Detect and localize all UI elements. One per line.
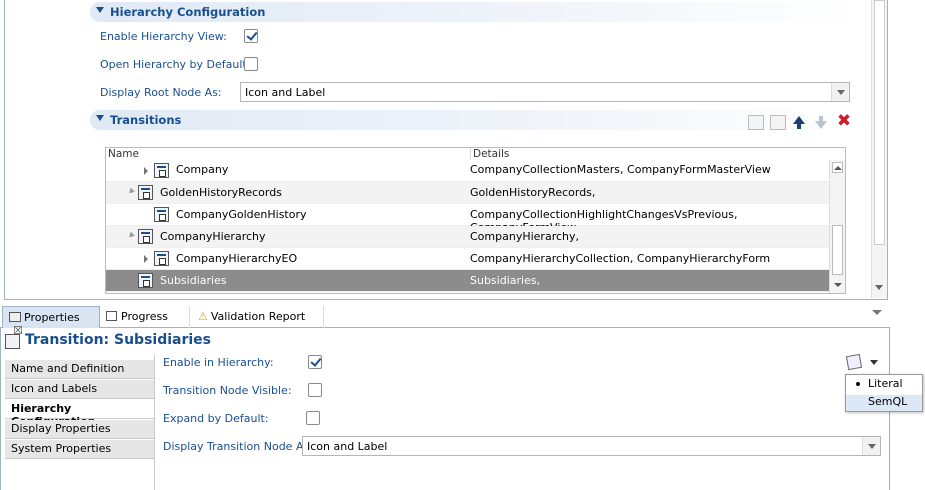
table-scrollbar-thumb[interactable] (832, 225, 843, 275)
expand-arrow-icon[interactable] (144, 255, 148, 263)
form-view-icon (154, 251, 169, 266)
properties-icon (9, 312, 21, 322)
row-details: CompanyHierarchy, (470, 230, 579, 243)
display-root-node-value: Icon and Label (245, 86, 326, 99)
row-name: GoldenHistoryRecords (160, 186, 282, 199)
collapse-arrow-icon[interactable] (127, 231, 135, 240)
progress-icon (106, 311, 117, 321)
transitions-section-header[interactable]: Transitions (90, 110, 860, 130)
move-up-stem-icon (797, 124, 801, 129)
collapse-triangle-icon (96, 115, 104, 121)
enable-in-hierarchy-label: Enable in Hierarchy: (163, 356, 274, 369)
display-root-node-label: Display Root Node As: (100, 86, 222, 99)
tab-label: Properties (24, 311, 80, 324)
table-row[interactable]: CompanyHierarchyEO CompanyHierarchyColle… (106, 248, 829, 270)
view-menu-icon[interactable] (872, 310, 882, 315)
nav-name-and-definition[interactable]: Name and Definition (5, 360, 154, 379)
dropdown-arrow-icon[interactable] (831, 83, 849, 101)
menu-item-label: SemQL (868, 395, 908, 408)
display-transition-node-label: Display Transition Node As: (163, 440, 313, 453)
expression-editor-icon[interactable] (845, 353, 863, 371)
collapse-arrow-icon[interactable] (127, 187, 135, 196)
table-row[interactable]: Company CompanyCollectionMasters, Compan… (106, 160, 829, 182)
row-name: Company (176, 163, 229, 176)
nav-divider (154, 355, 155, 490)
row-details: CompanyHierarchyCollection, CompanyHiera… (470, 252, 771, 265)
transition-title-icon (5, 334, 20, 349)
nav-system-properties[interactable]: System Properties (5, 440, 154, 459)
enable-in-hierarchy-checkbox[interactable] (308, 355, 322, 369)
display-transition-node-value: Icon and Label (307, 440, 388, 453)
expand-by-default-label: Expand by Default: (163, 412, 269, 425)
tab-label: Progress (121, 310, 168, 323)
hierarchy-config-section-header[interactable]: Hierarchy Configuration (90, 2, 860, 22)
add-transition-icon[interactable] (748, 115, 764, 130)
tab-properties[interactable]: Properties ☒ (2, 306, 100, 337)
form-view-icon (154, 207, 169, 222)
menu-item-literal[interactable]: Literal (846, 377, 922, 393)
section-title: Hierarchy Configuration (110, 5, 266, 19)
nav-display-properties[interactable]: Display Properties (5, 420, 154, 439)
properties-title: Transition: Subsidiaries (25, 332, 212, 348)
tab-validation-report[interactable]: ⚠ Validation Report (192, 306, 324, 328)
hierarchy-icon (138, 185, 153, 200)
enable-hierarchy-view-checkbox[interactable] (244, 29, 258, 43)
form-view-icon (154, 163, 169, 178)
row-details: GoldenHistoryRecords, (470, 186, 596, 199)
scroll-down-icon[interactable] (875, 285, 883, 290)
scroll-down-icon[interactable] (834, 283, 842, 287)
expand-by-default-checkbox[interactable] (306, 411, 320, 425)
column-header-name[interactable]: Name (108, 148, 139, 160)
transition-node-visible-checkbox[interactable] (308, 383, 322, 397)
open-hierarchy-default-checkbox[interactable] (244, 57, 258, 71)
row-details: Subsidiaries, (470, 274, 541, 287)
tab-label: Validation Report (210, 310, 306, 323)
scroll-up-arrow-icon (834, 166, 842, 170)
table-row-selected[interactable]: Subsidiaries Subsidiaries, (106, 270, 829, 292)
expression-mode-dropdown-icon[interactable] (870, 360, 878, 365)
open-hierarchy-default-label: Open Hierarchy by Default: (100, 58, 251, 71)
delete-icon[interactable]: ✖ (836, 113, 852, 130)
table-row[interactable]: CompanyHierarchy CompanyHierarchy, (106, 226, 829, 248)
nav-hierarchy-configuration[interactable]: Hierarchy Configuration (5, 400, 154, 428)
row-name: CompanyHierarchy (160, 230, 266, 243)
row-name: CompanyHierarchyEO (176, 252, 298, 265)
section-title: Transitions (110, 113, 182, 127)
column-header-details[interactable]: Details (470, 148, 509, 160)
table-row[interactable]: CompanyGoldenHistory CompanyCollectionHi… (106, 204, 829, 234)
display-transition-node-select[interactable]: Icon and Label (302, 436, 881, 456)
editor-scrollbar[interactable] (871, 0, 887, 298)
dropdown-arrow-icon[interactable] (862, 437, 880, 455)
display-root-node-select[interactable]: Icon and Label (240, 82, 850, 102)
expression-mode-menu: Literal SemQL (845, 374, 923, 412)
editor-scrollbar-thumb[interactable] (874, 0, 885, 245)
hierarchy-icon (138, 273, 153, 288)
row-details: CompanyCollectionMasters, CompanyFormMas… (470, 163, 771, 176)
table-scrollbar[interactable] (829, 160, 845, 293)
selected-bullet-icon (856, 382, 860, 386)
nav-icon-and-labels[interactable]: Icon and Labels (5, 380, 154, 399)
warning-icon: ⚠ (198, 310, 208, 323)
menu-item-semql[interactable]: SemQL (846, 395, 922, 411)
menu-item-label: Literal (868, 377, 903, 390)
hierarchy-icon (138, 229, 153, 244)
row-name: Subsidiaries (160, 274, 227, 287)
tab-progress[interactable]: Progress (100, 306, 190, 328)
row-name: CompanyGoldenHistory (176, 208, 307, 221)
transition-node-visible-label: Transition Node Visible: (163, 384, 292, 397)
edit-transition-icon[interactable] (770, 115, 786, 130)
collapse-triangle-icon (96, 7, 104, 13)
move-up-icon[interactable] (793, 116, 805, 124)
expand-arrow-icon[interactable] (144, 167, 148, 175)
enable-hierarchy-view-label: Enable Hierarchy View: (100, 30, 227, 43)
move-down-stem-icon (819, 116, 823, 121)
move-down-icon[interactable] (815, 121, 827, 129)
table-row[interactable]: GoldenHistoryRecords GoldenHistoryRecord… (106, 182, 829, 204)
